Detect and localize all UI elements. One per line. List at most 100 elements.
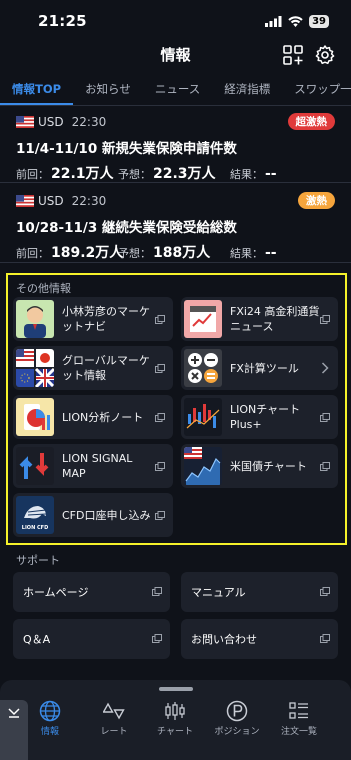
- nav-info[interactable]: 情報: [22, 700, 78, 737]
- nav-label: ポジション: [214, 727, 260, 737]
- treasury-chart-thumb-icon: [184, 447, 222, 485]
- us-flag-icon: [16, 195, 34, 207]
- tab-economic-indicators[interactable]: 経済指標: [212, 76, 282, 105]
- globe-icon: [39, 700, 61, 722]
- signal-map-thumb-icon: [16, 447, 54, 485]
- card-label: LION分析ノート: [62, 410, 144, 424]
- battery-indicator: 39: [309, 14, 329, 28]
- prev-value: 189.2万人: [51, 245, 124, 261]
- us-flag-icon: [16, 116, 34, 128]
- status-time: 21:25: [38, 12, 87, 30]
- nav-label: チャート: [157, 727, 193, 737]
- app-header: 情報: [0, 42, 351, 72]
- tab-bar: 情報TOP お知らせ ニュース 経済指標 スワップ一: [0, 76, 351, 106]
- tab-notices[interactable]: お知らせ: [73, 76, 143, 105]
- news-title: 10/28-11/3 継続失業保険受給総数: [16, 220, 237, 236]
- card-fx-calculator[interactable]: FX計算ツール: [181, 346, 338, 390]
- result-value: --: [265, 245, 277, 261]
- importance-badge: 超激熱: [287, 113, 335, 130]
- result-label: 結果：: [230, 247, 263, 260]
- support-contact-button[interactable]: お問い合わせ: [181, 619, 338, 659]
- nav-order-list[interactable]: 注文一覧: [271, 700, 327, 737]
- news-time: 22:30: [71, 194, 107, 208]
- bottom-nav: 情報 レート チャート ポジション 注文一覧: [0, 680, 351, 760]
- external-link-icon: [152, 634, 162, 643]
- status-icons: 39: [265, 14, 329, 28]
- news-item[interactable]: USD 22:30 激熱 10/28-11/3 継続失業保険受給総数 前回： 18…: [0, 192, 351, 262]
- card-label: LION SIGNAL MAP: [62, 452, 133, 480]
- external-link-icon: [155, 314, 165, 324]
- signal-icon: [265, 15, 282, 27]
- status-bar: 21:25 39: [0, 0, 351, 42]
- tab-info-top[interactable]: 情報TOP: [0, 76, 74, 105]
- nav-label: 注文一覧: [280, 727, 317, 737]
- nav-chart[interactable]: チャート: [147, 700, 203, 737]
- card-kobayashi-market-navi[interactable]: 小林芳彦のマーケットナビ: [13, 297, 173, 341]
- card-lion-chart-plus[interactable]: LIONチャートPlus+: [181, 395, 338, 439]
- support-homepage-button[interactable]: ホームページ: [13, 572, 170, 612]
- tab-swap[interactable]: スワップ一: [282, 76, 351, 105]
- other-info-section: その他情報 小林芳彦のマーケットナビ FXi24 高金利通貨ニュース グローバル…: [6, 273, 347, 545]
- candle-chart-thumb-icon: [184, 398, 222, 436]
- card-label: FXi24 高金利通貨ニュース: [230, 305, 320, 333]
- analysis-note-thumb-icon: [16, 398, 54, 436]
- news-item[interactable]: USD 22:30 超激熱 11/4-11/10 新規失業保険申請件数 前回： 2…: [0, 113, 351, 183]
- card-label: グローバルマーケット情報: [62, 354, 150, 382]
- card-label: LIONチャートPlus+: [230, 403, 301, 431]
- news-values: 前回： 189.2万人 予想： 188万人 結果： --: [16, 242, 335, 262]
- external-link-icon: [320, 461, 330, 471]
- prev-value: 22.1万人: [51, 166, 114, 182]
- external-link-icon: [320, 412, 330, 422]
- candlestick-icon: [165, 702, 185, 720]
- result-value: --: [265, 166, 277, 182]
- prev-label: 前回：: [16, 168, 49, 181]
- support-label: Q＆A: [23, 633, 51, 646]
- market-navi-thumb-icon: [16, 300, 54, 338]
- card-label: 米国債チャート: [230, 459, 307, 473]
- news-currency: USD: [38, 115, 64, 129]
- card-global-market-info[interactable]: グローバルマーケット情報: [13, 346, 173, 390]
- card-label: CFD口座申し込み: [62, 508, 151, 522]
- section-title: その他情報: [16, 282, 71, 295]
- position-icon: [226, 700, 248, 722]
- support-qa-button[interactable]: Q＆A: [13, 619, 170, 659]
- calculator-thumb-icon: [184, 349, 222, 387]
- nav-position[interactable]: ポジション: [209, 700, 265, 737]
- support-manual-button[interactable]: マニュアル: [181, 572, 338, 612]
- external-link-icon: [155, 412, 165, 422]
- chevron-right-icon: [321, 362, 329, 374]
- drag-handle[interactable]: [159, 687, 193, 691]
- forecast-value: 188万人: [153, 245, 211, 261]
- gear-icon[interactable]: [314, 44, 336, 66]
- wifi-icon: [288, 15, 303, 27]
- prev-label: 前回：: [16, 247, 49, 260]
- external-link-icon: [155, 510, 165, 520]
- result-label: 結果：: [230, 168, 263, 181]
- tab-news[interactable]: ニュース: [143, 76, 212, 105]
- support-section-title: サポート: [16, 554, 60, 567]
- external-link-icon: [152, 587, 162, 596]
- nav-label: 情報: [40, 727, 59, 737]
- add-widget-icon[interactable]: [282, 44, 304, 66]
- card-fxi24-news[interactable]: FXi24 高金利通貨ニュース: [181, 297, 338, 341]
- support-label: お問い合わせ: [191, 633, 257, 646]
- lion-cfd-logo: LION CFD: [16, 496, 54, 534]
- news-currency: USD: [38, 194, 64, 208]
- nav-label: レート: [100, 727, 128, 737]
- world-flags-thumb-icon: [16, 349, 54, 387]
- news-meta: USD 22:30: [16, 192, 335, 210]
- external-link-icon: [155, 363, 165, 373]
- external-link-icon: [155, 461, 165, 471]
- forecast-label: 予想：: [118, 247, 151, 260]
- card-lion-signal-map[interactable]: LION SIGNAL MAP: [13, 444, 173, 488]
- news-paper-thumb-icon: [184, 300, 222, 338]
- card-us-treasury-chart[interactable]: 米国債チャート: [181, 444, 338, 488]
- divider: [0, 182, 351, 183]
- card-label: FX計算ツール: [230, 361, 299, 375]
- nav-rate[interactable]: レート: [86, 700, 142, 737]
- card-lion-analysis-note[interactable]: LION分析ノート: [13, 395, 173, 439]
- external-link-icon: [320, 314, 330, 324]
- card-cfd-account-application[interactable]: LION CFD CFD口座申し込み: [13, 493, 173, 537]
- logo-text: LION CFD: [21, 525, 49, 531]
- news-time: 22:30: [71, 115, 107, 129]
